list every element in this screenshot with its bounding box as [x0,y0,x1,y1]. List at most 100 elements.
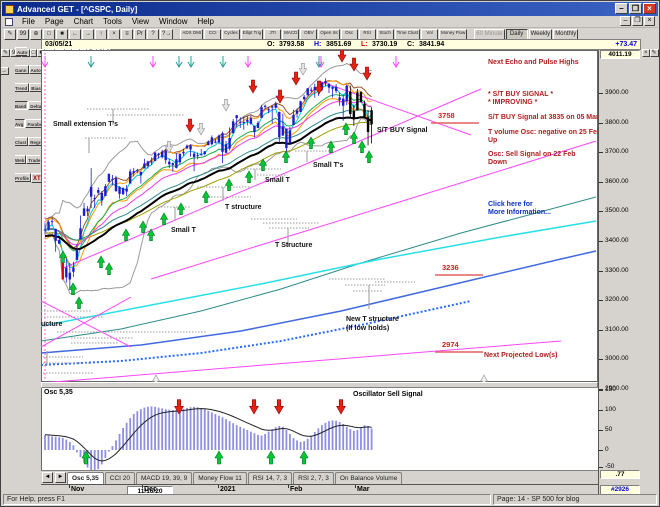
tab-cci-20[interactable]: CCI 20 [105,472,135,484]
osc-buy-arrow-icon [267,451,275,464]
toolbar-time-clust[interactable]: Time Clust [395,29,420,40]
menu-help[interactable]: Help [192,16,218,28]
child-close-button[interactable]: × [644,16,655,26]
osc-bar [144,408,146,450]
osc-bar [222,417,224,450]
toolbar-osc[interactable]: Osc [341,29,358,40]
pencil-tool-icon[interactable]: ✎ [650,49,659,57]
menu-file[interactable]: File [17,16,40,28]
menu-window[interactable]: Window [154,16,192,28]
quotes-icon[interactable]: 99 [17,29,29,40]
help-icon[interactable]: ? [147,29,159,40]
toolbar-cci[interactable]: CCI [204,29,221,40]
period-monthly[interactable]: Monthly [553,29,578,40]
new-page-icon[interactable]: □ [43,29,55,40]
toolbar-open-int[interactable]: Open Int [318,29,339,40]
buy-arrow-icon [105,263,112,275]
menu-page[interactable]: Page [40,16,69,28]
page-up-icon[interactable]: ↑ [95,29,107,40]
candle-body [360,92,362,102]
sell-arrow-icon [338,50,346,62]
osc-bar [367,426,369,450]
price-tick [599,330,603,331]
osc-bar [112,446,114,450]
annotation-s-t-buy-signal: * S/T BUY SIGNAL * * IMPROVING * [488,91,553,107]
sell-arrow-icon [186,119,194,132]
osc-bar [197,407,199,450]
tab-rsi-2-7-3[interactable]: RSI 2, 7, 3 [293,472,334,484]
toolbar-vol[interactable]: Vol [421,29,438,40]
menu-chart[interactable]: Chart [69,16,99,28]
next-page-icon[interactable]: → [82,29,94,40]
toolbar-adx-dmi[interactable]: ADX DMI [180,29,203,40]
menu-tools[interactable]: Tools [98,16,127,28]
toolbar-jti[interactable]: JTI [264,29,281,40]
maximize-button[interactable]: ❐ [629,3,642,14]
delete-page-icon[interactable]: × [108,29,120,40]
toolbar-cycles[interactable]: Cycles [222,29,240,40]
osc-bar [342,424,344,450]
oscillator-chart[interactable] [41,388,598,470]
pages-icon[interactable]: ≡ [121,29,133,40]
toolbar-ellipt-trig[interactable]: Ellipt Trig [241,29,264,40]
toolbar-obv[interactable]: OBV [300,29,317,40]
context-help-icon[interactable]: ?→ [160,29,173,40]
period-daily[interactable]: Daily [506,29,528,40]
prev-page-icon[interactable]: ← [69,29,81,40]
menu-view[interactable]: View [127,16,154,28]
minimize-button[interactable]: – [615,3,628,14]
osc-bar [104,450,106,458]
osc-bar [239,427,241,450]
buy-arrow-icon [282,151,289,163]
candle-body [69,273,71,280]
osc-bar [307,439,309,450]
last-price-box: 4011.19 [600,50,640,59]
osc-bar [293,438,295,450]
osc-bar [94,450,96,470]
left-pin-icon[interactable]: ✎ [1,49,10,57]
candle-body [94,198,96,199]
lock-page-icon[interactable]: ■ [56,29,68,40]
tab-on-balance-volume[interactable]: On Balance Volume [335,472,402,484]
price-axis[interactable]: 4011.19 .77 #2926 3900.003800.003700.003… [598,50,641,496]
tab-rsi-14-7-3[interactable]: RSI 14, 7, 3 [248,472,292,484]
osc-bar [193,407,195,450]
candle-body [225,144,227,153]
high-label: H: [314,41,321,48]
toolbar-macd[interactable]: MACD [282,29,299,40]
child-window-icon[interactable] [5,18,13,26]
period-60-minute[interactable]: 60 Minute [474,29,504,40]
toolbar-rsi[interactable]: RSI [359,29,376,40]
child-restore-button[interactable]: ❐ [632,16,643,26]
pin-icon[interactable]: ✎ [4,29,16,40]
tab-money-flow-11[interactable]: Money Flow 11 [193,472,247,484]
pointer-tool-icon[interactable]: × [642,49,650,57]
study-auto-gann[interactable]: Auto Gann [15,47,29,74]
annotation-click-here-for[interactable]: Click here for More Information... [488,201,551,217]
osc-bar [140,409,142,450]
tab-macd-19-39-9[interactable]: MACD 19, 39, 9 [136,472,192,484]
toolbar-stoch[interactable]: Stoch [377,29,394,40]
osc-bar [349,429,351,450]
month-tick [218,485,219,488]
ma-line-1 [45,122,372,240]
osc-tick [599,450,603,451]
title-bar[interactable]: Advanced GET - [^GSPC, Daily] – ❐ × [2,2,658,16]
tab-osc-5-35[interactable]: Osc 5,35 [67,472,104,484]
zoom-icon[interactable]: ⊕ [30,29,42,40]
menu-bar: FilePageChartToolsViewWindowHelp – ❐ × [2,16,658,28]
print-icon[interactable]: Pr [134,29,146,40]
osc-bar [353,431,355,450]
candle-body [115,178,117,191]
tab-scroll-left[interactable]: ◄ [42,472,53,483]
child-minimize-button[interactable]: – [620,16,631,26]
tab-scroll-right[interactable]: ► [55,472,66,483]
candle-body [307,88,309,95]
close-button[interactable]: × [643,3,656,14]
osc-bar [207,411,209,450]
buy-arrow-icon [365,151,372,163]
price-label-3500-00: 3500.00 [605,207,629,214]
price-label-3100-00: 3100.00 [605,326,629,333]
toolbar-money-flow[interactable]: Money Flow [439,29,467,40]
period-weekly[interactable]: Weekly [529,29,553,40]
